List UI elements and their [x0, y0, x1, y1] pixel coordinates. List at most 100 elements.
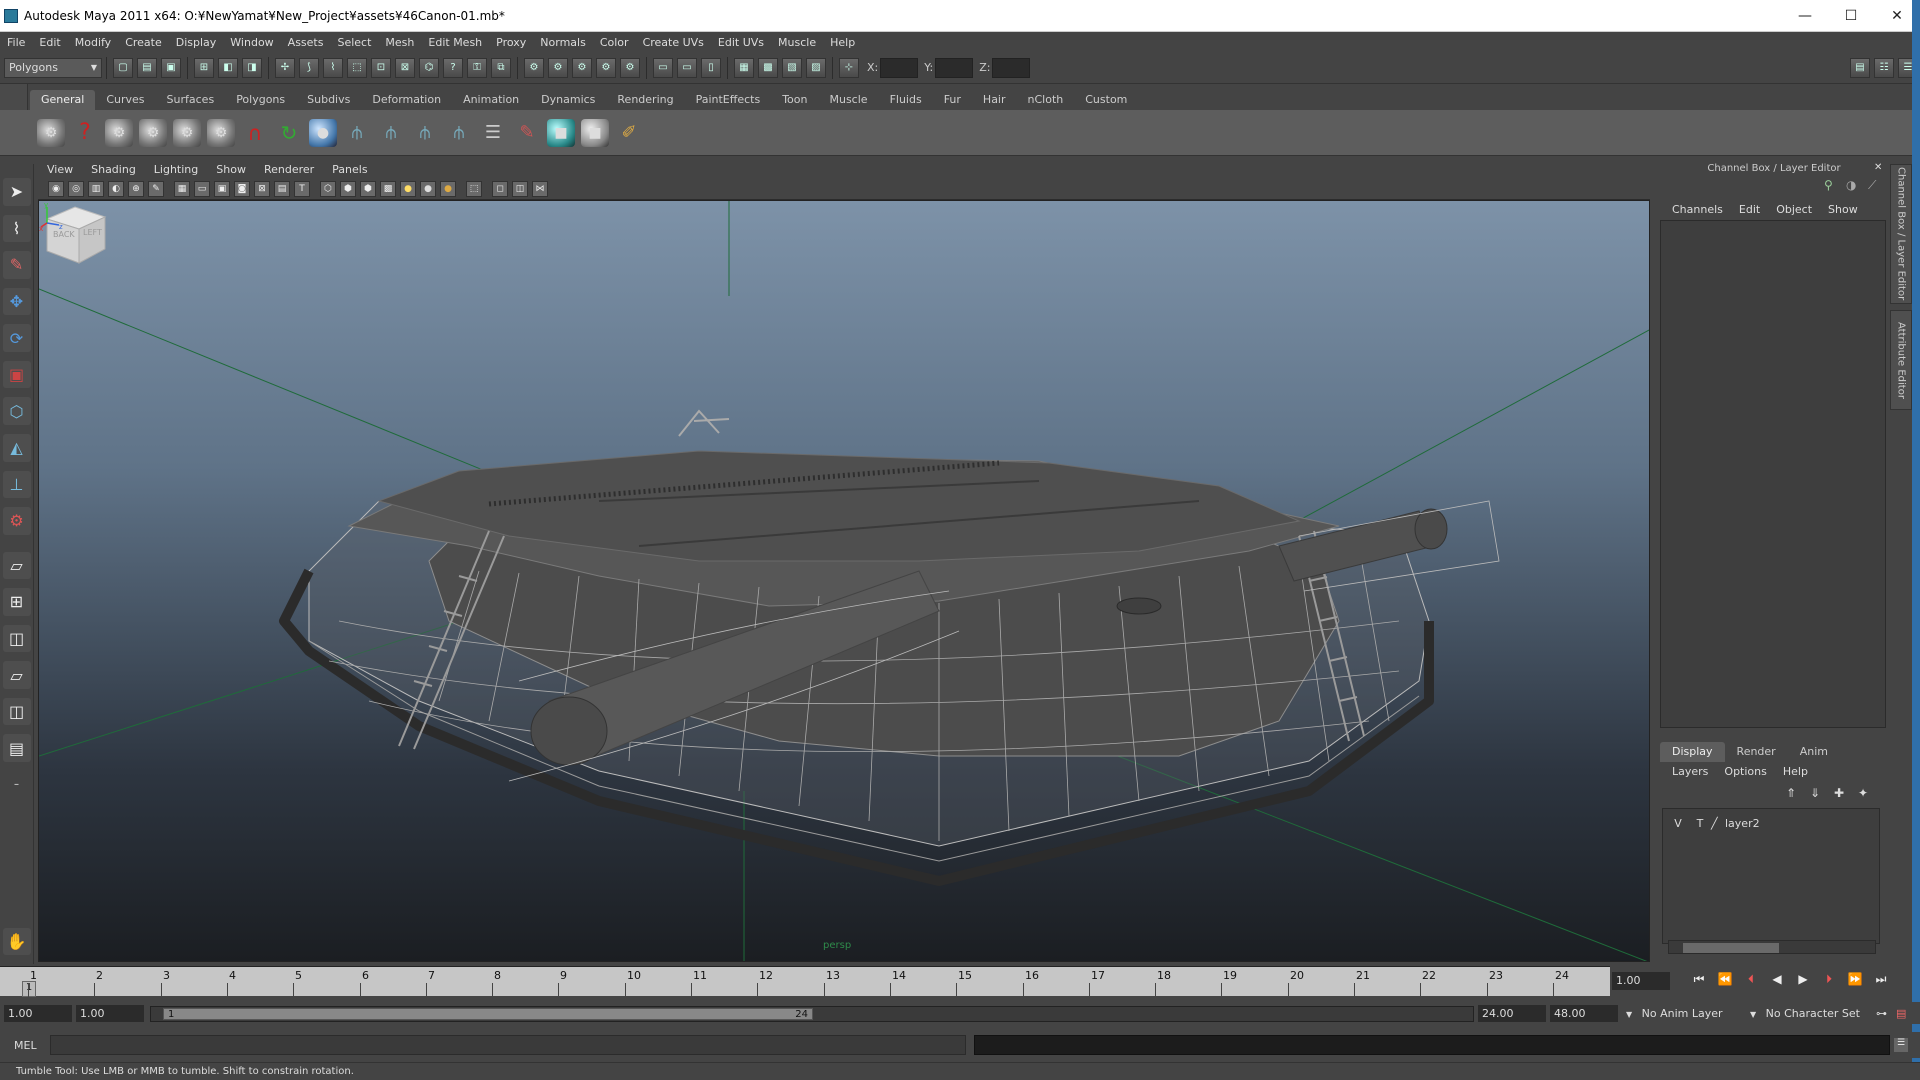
play-forwards-icon[interactable]: ▶ — [1790, 972, 1816, 990]
shadows-icon[interactable]: ● — [440, 180, 456, 197]
shelf-film-reel-icon[interactable]: ⚙ — [37, 118, 65, 147]
new-layer-from-selected-icon[interactable]: ✦ — [1858, 786, 1878, 804]
menu-create[interactable]: Create — [118, 36, 169, 49]
quick-layout-icon[interactable]: ✋ — [2, 927, 31, 956]
lasso-tool-icon[interactable]: ⌇ — [2, 214, 31, 243]
shelf-tab-toon[interactable]: Toon — [771, 90, 818, 110]
resolution-gate-icon[interactable]: ▣ — [214, 180, 230, 197]
tab-anim[interactable]: Anim — [1788, 742, 1840, 762]
shelf-tab-general[interactable]: General — [30, 90, 96, 110]
range-slider-thumb[interactable]: 1 24 — [163, 1008, 813, 1020]
output-operations-icon[interactable]: ▭ — [677, 57, 697, 78]
close-icon[interactable]: ✕ — [1874, 162, 1886, 174]
high-quality-icon[interactable]: ⋈ — [532, 180, 548, 197]
maximize-button[interactable]: ☐ — [1828, 0, 1874, 32]
layer-visibility-toggle[interactable]: V — [1667, 817, 1689, 830]
layout-single-pane-icon[interactable]: ▱ — [2, 551, 31, 580]
tool-settings-toggle-icon[interactable]: ☷ — [1874, 57, 1894, 78]
perspective-viewport[interactable]: BACK LEFT y x z persp — [38, 200, 1650, 962]
shelf-tab-fluids[interactable]: Fluids — [879, 90, 933, 110]
shelf-tab-surfaces[interactable]: Surfaces — [156, 90, 226, 110]
save-scene-icon[interactable]: ▣ — [161, 57, 181, 78]
snap-view-plane-icon[interactable]: ⬚ — [347, 57, 367, 78]
default-lighting-icon[interactable]: ● — [400, 180, 416, 197]
channel-box-sphere-icon[interactable]: ◑ — [1846, 178, 1864, 196]
xray-joints-icon[interactable]: ◫ — [512, 180, 528, 197]
paint-select-tool-icon[interactable]: ✎ — [2, 251, 31, 279]
new-scene-icon[interactable]: ▢ — [113, 57, 133, 78]
all-lights-icon[interactable]: ● — [420, 180, 436, 197]
menu-mesh[interactable]: Mesh — [378, 36, 421, 49]
viewport-menu-show[interactable]: Show — [207, 163, 255, 176]
shelf-help-icon[interactable]: ? — [71, 119, 99, 147]
wireframe-toggle-icon[interactable]: ▨ — [806, 57, 826, 78]
construction-history-icon[interactable]: ⊠ — [395, 57, 415, 78]
shelf-skin-bind-icon[interactable]: ⫛ — [445, 119, 473, 147]
soft-modification-icon[interactable]: ◭ — [2, 433, 31, 462]
shelf-tab-fur[interactable]: Fur — [933, 90, 972, 110]
safe-title-icon[interactable]: T — [294, 180, 310, 197]
viewport-menu-panels[interactable]: Panels — [323, 163, 376, 176]
time-slider[interactable]: 1 1 2 3 4 5 6 7 8 9 10 11 12 13 14 15 16 17 18 19 20 21 22 23 2… — [0, 966, 1610, 997]
tab-channel-box-layer-editor[interactable]: Channel Box / Layer Editor — [1890, 164, 1912, 304]
playback-end-field[interactable]: 24.00 — [1478, 1005, 1546, 1022]
tab-display[interactable]: Display — [1660, 742, 1725, 762]
current-time-marker[interactable]: 1 — [22, 981, 36, 997]
xray-icon[interactable]: ◻ — [492, 180, 508, 197]
grease-pencil-icon[interactable]: ✎ — [148, 180, 164, 197]
toolbox-collapse-icon[interactable]: – — [3, 771, 31, 799]
shelf-tab-ncloth[interactable]: nCloth — [1017, 90, 1075, 110]
menu-assets[interactable]: Assets — [281, 36, 331, 49]
current-time-field[interactable]: 1.00 — [1612, 972, 1670, 990]
select-by-object-icon[interactable]: ◧ — [218, 57, 238, 78]
smooth-shading-icon[interactable]: ⬢ — [340, 180, 356, 197]
make-live-icon[interactable]: ⊡ — [371, 57, 391, 78]
grid-toggle-icon[interactable]: ▩ — [758, 57, 778, 78]
shelf-tab-animation[interactable]: Animation — [452, 90, 530, 110]
snap-grid-icon[interactable]: ✢ — [275, 57, 295, 78]
camera-attributes-icon[interactable]: ◎ — [68, 180, 84, 197]
script-editor-icon[interactable]: ☰ — [1894, 1038, 1908, 1052]
shelf-joint-tool-icon[interactable]: ⫛ — [343, 119, 371, 147]
film-gate-icon[interactable]: ▭ — [194, 180, 210, 197]
new-layer-icon[interactable]: ✚ — [1834, 786, 1854, 804]
two-d-pan-zoom-icon[interactable]: ⊕ — [128, 180, 144, 197]
menu-display[interactable]: Display — [169, 36, 224, 49]
shelf-tab-subdivs[interactable]: Subdivs — [296, 90, 361, 110]
layout-two-pane-icon[interactable]: ◫ — [2, 624, 31, 653]
open-scene-icon[interactable]: ▤ — [137, 57, 157, 78]
select-tool-icon[interactable]: ➤ — [2, 178, 31, 206]
shelf-tab-dynamics[interactable]: Dynamics — [530, 90, 606, 110]
channel-box-menu-object[interactable]: Object — [1768, 203, 1820, 216]
tab-render[interactable]: Render — [1725, 742, 1788, 762]
textured-icon[interactable]: ▩ — [380, 180, 396, 197]
shelf-render-settings-icon[interactable]: ⚙ — [207, 118, 235, 147]
menu-modify[interactable]: Modify — [68, 36, 118, 49]
render-settings-icon[interactable]: ⚙ — [572, 57, 592, 78]
layer-row[interactable]: V T ╱ layer2 — [1667, 815, 1875, 831]
viewport-menu-renderer[interactable]: Renderer — [255, 163, 323, 176]
y-field[interactable] — [935, 57, 974, 78]
menu-edit-uvs[interactable]: Edit UVs — [711, 36, 771, 49]
layer-menu-help[interactable]: Help — [1775, 765, 1816, 783]
go-to-end-icon[interactable]: ⏭ — [1868, 972, 1894, 990]
shelf-magnet-icon[interactable]: ∩ — [241, 119, 269, 147]
channel-box-menu-channels[interactable]: Channels — [1664, 203, 1731, 216]
menu-help[interactable]: Help — [823, 36, 862, 49]
shelf-script-editor-icon[interactable]: ☰ — [479, 119, 507, 147]
layer-name[interactable]: layer2 — [1725, 817, 1760, 830]
menu-file[interactable]: File — [0, 36, 32, 49]
shelf-reload-icon[interactable]: ↻ — [275, 119, 303, 147]
snap-point-icon[interactable]: ⌇ — [323, 57, 343, 78]
snap-curve-icon[interactable]: ⟆ — [299, 57, 319, 78]
shelf-render-icon[interactable]: ⚙ — [105, 118, 133, 147]
shelf-tab-custom[interactable]: Custom — [1074, 90, 1138, 110]
menu-edit[interactable]: Edit — [32, 36, 67, 49]
step-back-icon[interactable]: ⏪ — [1712, 972, 1738, 990]
select-by-component-icon[interactable]: ◨ — [242, 57, 262, 78]
menu-create-uvs[interactable]: Create UVs — [636, 36, 711, 49]
shelf-tab-deformation[interactable]: Deformation — [361, 90, 452, 110]
layer-menu-options[interactable]: Options — [1716, 765, 1774, 783]
relative-transform-icon[interactable]: ▯ — [701, 57, 721, 78]
field-chart-icon[interactable]: ⊠ — [254, 180, 270, 197]
